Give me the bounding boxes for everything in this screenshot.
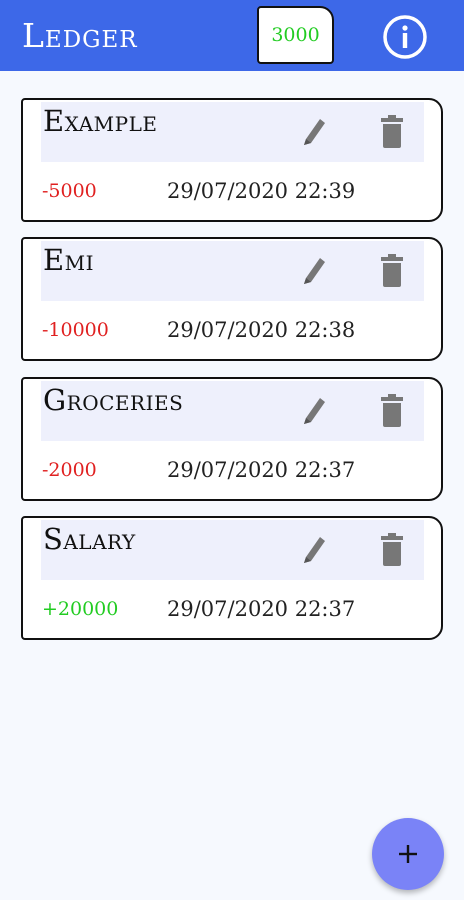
edit-button[interactable] (297, 391, 331, 431)
add-entry-button[interactable] (372, 818, 444, 890)
edit-button[interactable] (297, 251, 331, 291)
delete-button[interactable] (375, 530, 409, 570)
delete-button[interactable] (375, 251, 409, 291)
entry-timestamp: 29/07/2020 22:37 (167, 597, 356, 621)
pencil-icon (304, 258, 325, 284)
delete-button[interactable] (375, 391, 409, 431)
pencil-icon (304, 398, 325, 424)
entry-title: Salary (43, 522, 136, 556)
entry-card[interactable]: Emi -10000 29/07/2020 22:38 (21, 237, 443, 361)
entry-amount: +20000 (42, 598, 119, 620)
entry-amount: -5000 (42, 180, 97, 202)
app-title: Ledger (22, 16, 138, 55)
trash-icon (381, 254, 403, 287)
entry-title: Emi (43, 243, 95, 277)
entry-card[interactable]: Example -5000 29/07/2020 22:39 (21, 98, 443, 222)
entry-amount: -2000 (42, 459, 97, 481)
info-icon (383, 15, 427, 59)
entry-amount: -10000 (42, 319, 109, 341)
trash-icon (381, 394, 403, 427)
entry-card[interactable]: Salary +20000 29/07/2020 22:37 (21, 516, 443, 640)
delete-button[interactable] (375, 112, 409, 152)
trash-icon (381, 115, 403, 148)
entry-header: Emi (41, 241, 424, 301)
entry-header: Groceries (41, 381, 424, 441)
entry-card[interactable]: Groceries -2000 29/07/2020 22:37 (21, 377, 443, 501)
balance-display[interactable]: 3000 (257, 6, 334, 64)
entry-timestamp: 29/07/2020 22:39 (167, 179, 356, 203)
entry-timestamp: 29/07/2020 22:37 (167, 458, 356, 482)
pencil-icon (304, 537, 325, 563)
trash-icon (381, 533, 403, 566)
info-button[interactable] (381, 13, 429, 61)
edit-button[interactable] (297, 530, 331, 570)
entry-title: Groceries (43, 383, 184, 417)
pencil-icon (304, 119, 325, 145)
edit-button[interactable] (297, 112, 331, 152)
entry-header: Salary (41, 520, 424, 580)
entry-timestamp: 29/07/2020 22:38 (167, 318, 356, 342)
entry-title: Example (43, 104, 158, 138)
plus-icon (399, 845, 417, 863)
app-bar: Ledger 3000 (0, 0, 464, 71)
entry-header: Example (41, 102, 424, 162)
